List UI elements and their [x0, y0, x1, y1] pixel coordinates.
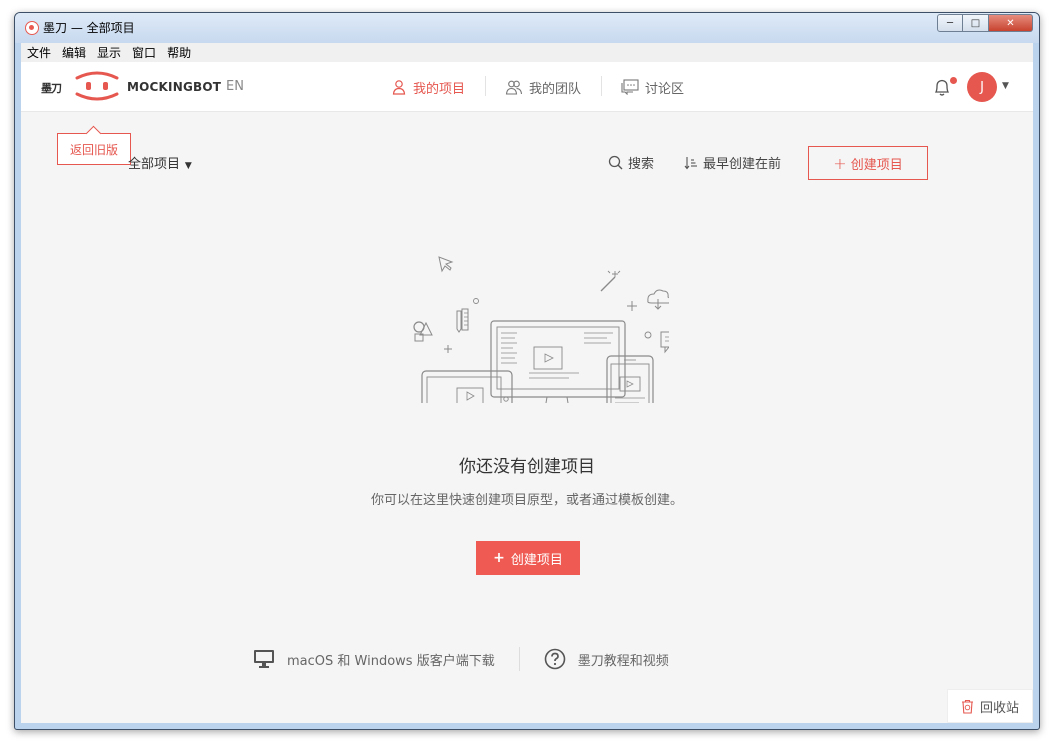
help-icon: [544, 648, 566, 670]
menu-bar: 文件 编辑 显示 窗口 帮助: [21, 43, 1033, 62]
plus-icon: +: [833, 153, 847, 173]
search-icon: [608, 155, 623, 170]
notification-dot: [950, 77, 957, 84]
project-filter-dropdown[interactable]: 全部项目 ▼: [128, 153, 192, 172]
minimize-button[interactable]: ─: [937, 14, 963, 32]
footer-links: macOS 和 Windows 版客户端下载 墨刀教程和视频: [253, 647, 669, 671]
create-label: 创建项目: [510, 552, 563, 568]
chevron-down-icon[interactable]: ▼: [1002, 81, 1009, 91]
mockingbot-logo[interactable]: [74, 69, 120, 103]
search-label: 搜索: [628, 157, 655, 172]
nav-label: 讨论区: [645, 81, 685, 97]
recycle-label: 回收站: [979, 700, 1019, 716]
sort-label: 最早创建在前: [703, 157, 782, 172]
tutorial-link[interactable]: 墨刀教程和视频: [544, 648, 669, 670]
empty-state-description: 你可以在这里快速创建项目原型，或者通过模板创建。: [370, 493, 683, 508]
team-icon: [505, 80, 523, 95]
nav-label: 我的项目: [413, 81, 466, 97]
divider: [518, 647, 520, 671]
app-icon: [25, 21, 39, 35]
download-label: macOS 和 Windows 版客户端下载: [287, 653, 495, 669]
app-window: 墨刀 — 全部项目 ─ □ ✕ 文件 编辑 显示 窗口 帮助 墨刀 MOCKIN…: [14, 12, 1040, 730]
caret-down-icon: ▼: [182, 161, 192, 171]
nav-my-team[interactable]: 我的团队: [485, 75, 601, 97]
nav-label: 我的团队: [529, 81, 582, 97]
menu-file[interactable]: 文件: [27, 44, 51, 61]
brand-name: MOCKINGBOT: [127, 80, 222, 94]
sort-button[interactable]: 最早创建在前: [684, 153, 781, 172]
recycle-bin-button[interactable]: 回收站: [947, 689, 1033, 723]
menu-window[interactable]: 窗口: [132, 44, 156, 61]
create-label: 创建项目: [850, 157, 903, 173]
client-area: 文件 编辑 显示 窗口 帮助 墨刀 MOCKINGBOT EN 我的项目 我的团…: [21, 43, 1033, 723]
window-title: 墨刀 — 全部项目: [43, 21, 135, 35]
empty-state-title: 你还没有创建项目: [459, 457, 595, 477]
window-controls: ─ □ ✕: [937, 14, 1033, 32]
recycle-icon: [961, 699, 973, 714]
create-project-primary-button[interactable]: + 创建项目: [476, 541, 580, 575]
plus-icon: +: [493, 550, 505, 566]
nav-my-projects[interactable]: 我的项目: [371, 78, 485, 97]
avatar[interactable]: J: [967, 72, 997, 102]
language-switch[interactable]: EN: [226, 79, 244, 94]
main-nav: 我的项目 我的团队 讨论区: [371, 62, 704, 112]
user-icon: [392, 80, 406, 95]
chat-icon: [621, 79, 639, 95]
maximize-button[interactable]: □: [963, 14, 989, 32]
empty-state-illustration: [413, 256, 669, 403]
search-button[interactable]: 搜索: [608, 153, 654, 172]
title-bar[interactable]: 墨刀 — 全部项目 ─ □ ✕: [15, 13, 1039, 43]
back-to-old-version-tooltip[interactable]: 返回旧版: [57, 133, 131, 165]
brand-cn: 墨刀: [41, 82, 62, 95]
create-project-button[interactable]: + 创建项目: [808, 146, 928, 180]
monitor-icon: [254, 650, 274, 668]
client-download-link[interactable]: macOS 和 Windows 版客户端下载: [253, 649, 495, 669]
menu-view[interactable]: 显示: [97, 44, 121, 61]
app-header: 墨刀 MOCKINGBOT EN 我的项目 我的团队 讨论区 J ▼: [21, 62, 1033, 112]
menu-edit[interactable]: 编辑: [62, 44, 86, 61]
filter-label: 全部项目: [128, 157, 181, 172]
nav-discussion[interactable]: 讨论区: [601, 75, 704, 97]
tutorial-label: 墨刀教程和视频: [577, 653, 669, 669]
close-button[interactable]: ✕: [989, 14, 1033, 32]
sort-icon: [684, 156, 697, 169]
menu-help[interactable]: 帮助: [167, 44, 191, 61]
